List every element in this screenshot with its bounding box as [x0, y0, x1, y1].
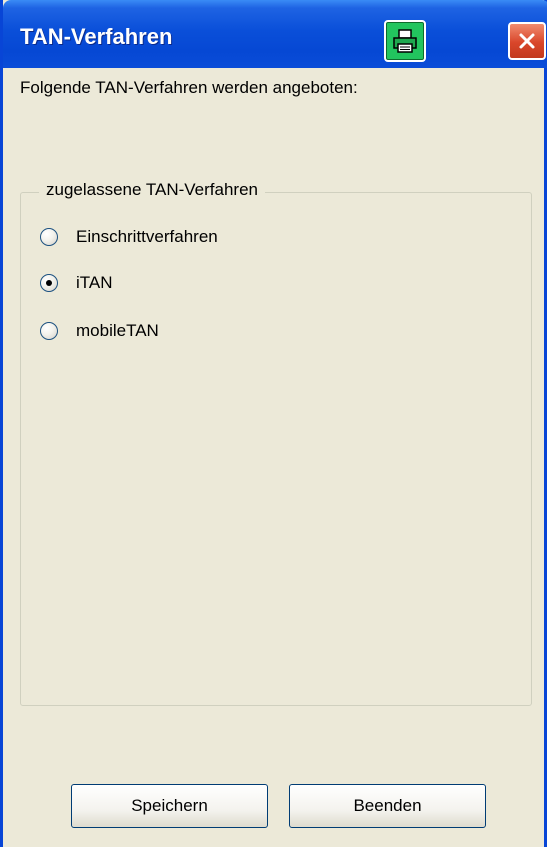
- radio-button[interactable]: [40, 322, 58, 340]
- option-label: Einschrittverfahren: [76, 227, 218, 246]
- window-title: TAN-Verfahren: [20, 24, 173, 49]
- save-button[interactable]: Speichern: [71, 784, 268, 828]
- close-icon: [519, 33, 535, 49]
- exit-button[interactable]: Beenden: [289, 784, 486, 828]
- option-label: mobileTAN: [76, 321, 159, 340]
- close-button[interactable]: [508, 22, 546, 60]
- radio-button[interactable]: [40, 228, 58, 246]
- title-bar[interactable]: TAN-Verfahren: [3, 0, 547, 68]
- option-label: iTAN: [76, 273, 113, 292]
- option-einschrittverfahren[interactable]: Einschrittverfahren: [40, 227, 218, 247]
- group-legend: zugelassene TAN-Verfahren: [39, 180, 265, 200]
- printer-icon: [393, 29, 417, 53]
- option-itan[interactable]: iTAN: [40, 273, 113, 293]
- radio-button-selected[interactable]: [40, 274, 58, 292]
- tan-method-group: [20, 192, 532, 706]
- option-mobiletan[interactable]: mobileTAN: [40, 321, 159, 341]
- print-button[interactable]: [384, 20, 426, 62]
- dialog-window: TAN-Verfahren Folgende TAN-Verfahren wer…: [0, 0, 547, 847]
- intro-text: Folgende TAN-Verfahren werden angeboten:: [20, 78, 358, 97]
- radio-selected-dot: [46, 280, 52, 286]
